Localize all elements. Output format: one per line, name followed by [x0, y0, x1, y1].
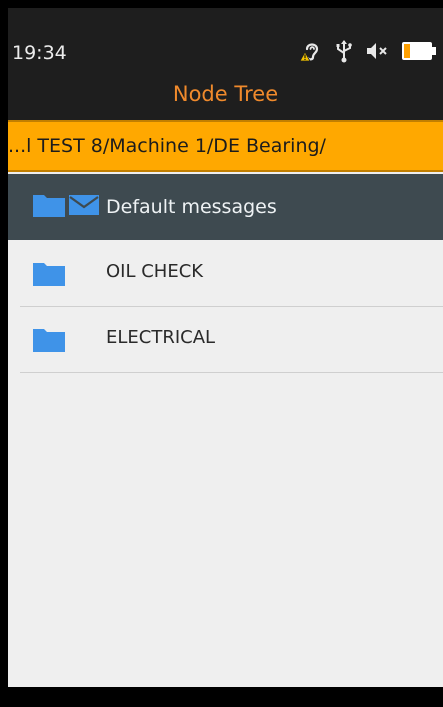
list-item[interactable]: ELECTRICAL — [20, 306, 443, 373]
folder-icon — [32, 261, 66, 291]
folder-header-row[interactable]: Default messages — [8, 174, 443, 240]
clock: 19:34 — [12, 42, 67, 64]
folder-icon — [32, 191, 66, 223]
hearing-warning-icon — [299, 39, 323, 67]
battery-icon — [401, 40, 437, 66]
page-title: Node Tree — [172, 82, 279, 106]
status-bar: 19:34 Node Tree — [8, 8, 443, 120]
breadcrumb: ...l TEST 8/Machine 1/DE Bearing/ — [8, 120, 443, 172]
folder-header-icons — [32, 191, 100, 223]
list-item-label: ELECTRICAL — [106, 327, 216, 348]
usb-icon — [335, 39, 353, 67]
folder-header-label: Default messages — [106, 196, 277, 218]
mute-icon — [365, 41, 389, 65]
folder-icon — [32, 327, 66, 357]
screen: 19:34 Node Tree ...l TEST 8/Machine 1/DE… — [8, 8, 443, 687]
list-item-label: OIL CHECK — [106, 261, 204, 282]
status-icons — [299, 38, 437, 68]
mail-icon — [68, 193, 100, 221]
list-item[interactable]: OIL CHECK — [20, 240, 443, 307]
